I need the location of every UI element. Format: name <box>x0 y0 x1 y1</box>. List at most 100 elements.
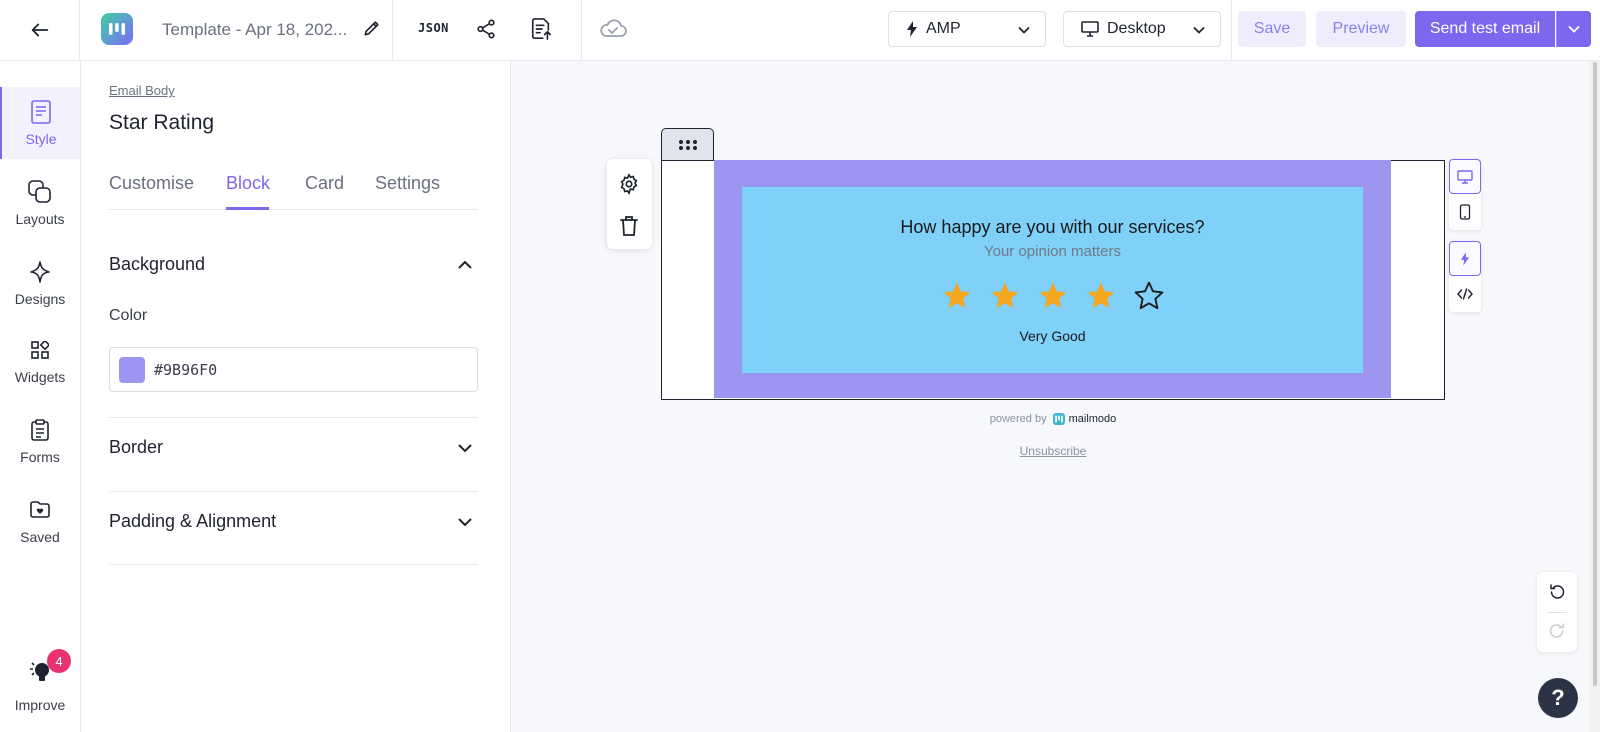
star-icon[interactable] <box>1084 279 1118 313</box>
desktop-view-button[interactable] <box>1449 159 1481 194</box>
edit-title-button[interactable] <box>362 18 382 43</box>
code-icon <box>1457 287 1473 300</box>
divider <box>392 0 393 60</box>
nav-item-label: Style <box>25 130 57 147</box>
send-options-button[interactable] <box>1556 11 1591 47</box>
notification-badge: 4 <box>47 649 71 673</box>
amp-mode-button[interactable] <box>1449 241 1481 276</box>
undo-icon <box>1550 584 1565 599</box>
history-controls <box>1537 572 1577 652</box>
tab-block[interactable]: Block <box>226 173 270 194</box>
powered-by-footer: powered by mailmodo <box>661 413 1445 425</box>
delete-block-button[interactable] <box>619 215 639 242</box>
unsubscribe-link[interactable]: Unsubscribe <box>661 444 1445 458</box>
logo-icon <box>109 23 125 35</box>
star-rating <box>742 279 1363 313</box>
send-test-email-button[interactable]: Send test email <box>1415 11 1555 47</box>
panel-title: Star Rating <box>109 111 215 134</box>
chevron-down-icon <box>456 513 474 536</box>
improve-button[interactable]: 4 Improve <box>0 641 80 731</box>
tab-settings[interactable]: Settings <box>375 173 440 194</box>
drag-handle[interactable] <box>661 128 714 160</box>
border-section-header[interactable]: Border <box>109 437 478 458</box>
block-toolbar <box>607 159 652 249</box>
nav-item-label: Designs <box>14 290 66 307</box>
color-label: Color <box>109 307 148 324</box>
smartphone-icon <box>1459 203 1471 220</box>
amp-dropdown[interactable]: AMP <box>888 11 1046 47</box>
powered-by-text: powered by <box>989 413 1047 425</box>
star-icon[interactable] <box>1036 279 1070 313</box>
mobile-view-button[interactable] <box>1449 194 1481 229</box>
divider <box>109 564 478 565</box>
left-nav: Style Layouts Designs Widgets Forms Save… <box>0 61 81 732</box>
star-icon[interactable] <box>988 279 1022 313</box>
monitor-icon <box>1457 169 1473 184</box>
divider <box>1547 612 1567 613</box>
mailmodo-brand[interactable]: mailmodo <box>1052 413 1116 425</box>
mailmodo-logo[interactable] <box>101 13 133 45</box>
redo-button[interactable] <box>1548 622 1566 645</box>
tab-card[interactable]: Card <box>305 173 344 194</box>
device-dropdown[interactable]: Desktop <box>1063 11 1221 47</box>
share-button[interactable] <box>475 18 497 45</box>
nav-item-forms[interactable]: Forms <box>0 405 80 477</box>
drag-dots-icon <box>678 139 697 150</box>
html-code-button[interactable] <box>1449 276 1481 311</box>
color-swatch[interactable] <box>119 356 145 383</box>
trash-icon <box>620 216 638 236</box>
background-section-header[interactable]: Background <box>109 254 478 275</box>
folder-heart-icon <box>30 498 50 522</box>
template-title[interactable]: Template - Apr 18, 202... <box>162 20 347 40</box>
active-tab-indicator <box>226 207 269 210</box>
nav-item-label: Saved <box>20 528 60 545</box>
widgets-icon <box>31 338 49 362</box>
star-icon[interactable] <box>940 279 974 313</box>
top-bar: Template - Apr 18, 202... JSON AMP Deskt… <box>0 0 1600 61</box>
nav-item-designs[interactable]: Designs <box>0 247 80 319</box>
star-outline-icon[interactable] <box>1132 279 1166 313</box>
divider <box>109 417 478 418</box>
section-title: Background <box>109 254 206 274</box>
tab-customise[interactable]: Customise <box>109 173 194 194</box>
panel-tabs: Customise Block Card Settings <box>109 164 478 210</box>
rating-subtitle: Your opinion matters <box>983 243 1122 260</box>
star-rating-card[interactable]: How happy are you with our services? You… <box>742 187 1363 373</box>
undo-button[interactable] <box>1548 583 1566 606</box>
color-hex-value[interactable]: #9B96F0 <box>154 361 217 379</box>
help-button[interactable]: ? <box>1538 678 1578 718</box>
nav-item-style[interactable]: Style <box>0 87 80 159</box>
document-export-icon <box>531 18 551 40</box>
nav-item-widgets[interactable]: Widgets <box>0 325 80 397</box>
nav-item-saved[interactable]: Saved <box>0 485 80 557</box>
nav-item-label: Layouts <box>15 210 65 227</box>
device-dropdown-label: Desktop <box>1107 20 1166 37</box>
nav-item-layouts[interactable]: Layouts <box>0 167 80 239</box>
monitor-icon <box>1081 21 1099 37</box>
padding-section-header[interactable]: Padding & Alignment <box>109 511 478 532</box>
json-button[interactable]: JSON <box>418 21 449 35</box>
cloud-check-icon <box>600 19 627 37</box>
breadcrumb[interactable]: Email Body <box>109 83 175 98</box>
color-picker-field[interactable]: #9B96F0 <box>109 347 478 392</box>
settings-panel: Email Body Star Rating Customise Block C… <box>81 61 511 732</box>
gear-icon <box>620 173 638 196</box>
preview-button[interactable]: Preview <box>1316 11 1406 47</box>
block-settings-button[interactable] <box>618 173 640 200</box>
share-icon <box>477 19 495 39</box>
view-mode-toggle <box>1449 159 1481 230</box>
export-button[interactable] <box>530 17 552 46</box>
nav-item-label: Widgets <box>14 368 66 385</box>
save-button[interactable]: Save <box>1238 11 1306 47</box>
divider <box>109 491 478 492</box>
cloud-saved-status <box>598 16 628 45</box>
back-button[interactable] <box>0 0 80 60</box>
style-icon <box>31 99 51 124</box>
pencil-icon <box>364 21 379 36</box>
chevron-down-icon <box>1568 25 1580 33</box>
nav-item-label: Forms <box>20 448 60 465</box>
chevron-down-icon <box>456 439 474 462</box>
layouts-icon <box>28 179 52 204</box>
chevron-down-icon <box>1192 23 1206 42</box>
scrollbar-thumb[interactable] <box>1593 62 1597 686</box>
